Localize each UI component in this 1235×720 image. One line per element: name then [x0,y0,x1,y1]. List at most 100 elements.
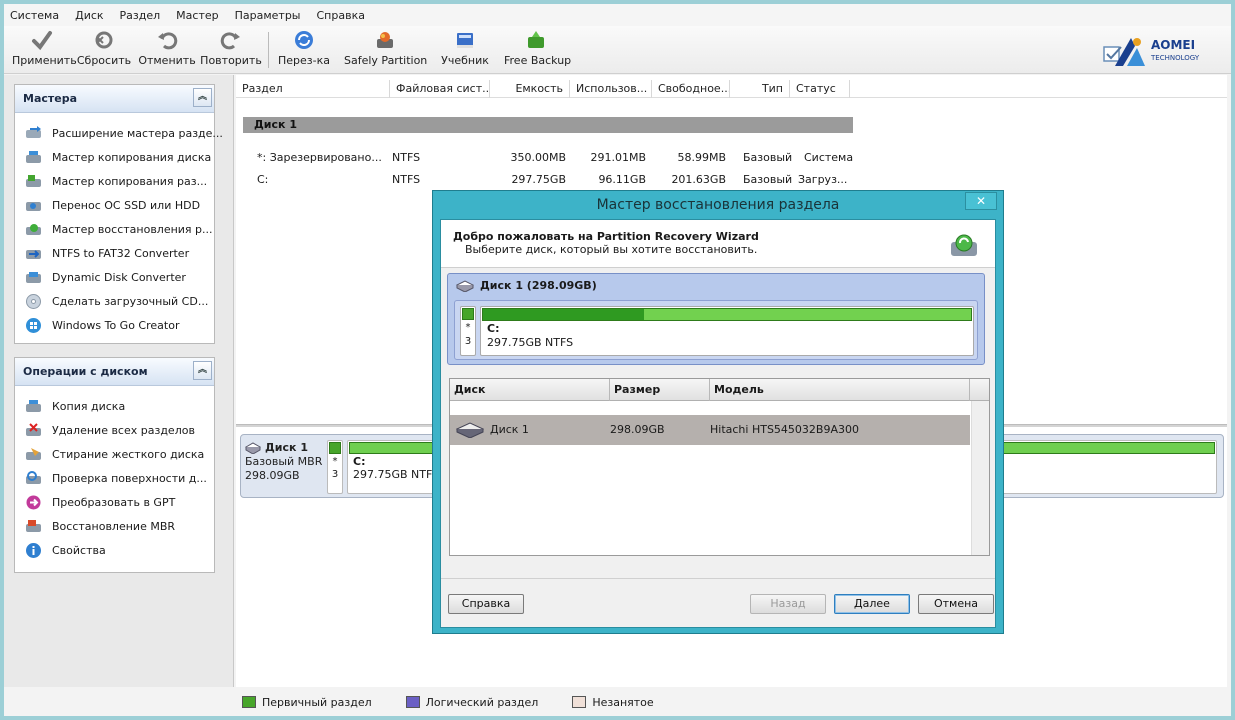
dialog-reserved-num: 3 [464,336,472,347]
table-row[interactable]: C: NTFS 297.75GB 96.11GB 201.63GB Базовы… [236,172,1227,188]
legend-swatch-unallocated [572,696,587,708]
col-model[interactable]: Модель [710,379,970,401]
back-button[interactable]: Назад [750,594,826,614]
reserved-num: 3 [331,469,339,480]
close-button[interactable]: ✕ [965,192,997,210]
sidebar-item-convert-gpt[interactable]: Преобразовать в GPT [15,490,214,514]
sidebar-item-wipe-disk[interactable]: Стирание жесткого диска [15,442,214,466]
col-disk[interactable]: Диск [450,379,610,401]
sidebar-item-label: Восстановление MBR [52,519,176,533]
disk-operations-header: Операции с диском ︽ [15,358,214,386]
disk-operations-panel: Операции с диском ︽ Копия диска Удаление… [14,357,215,573]
sidebar-item-properties[interactable]: Свойства [15,538,214,562]
reserved-usage-bar [329,442,341,454]
legend-primary-label: Первичный раздел [262,695,372,709]
menu-system[interactable]: Система [10,9,59,22]
undo-button[interactable]: Отменить [138,29,196,71]
col-free[interactable]: Свободное... [652,80,730,98]
col-filesystem[interactable]: Файловая сист... [390,80,490,98]
apply-button[interactable]: Применить [12,29,77,71]
sidebar-item-copy-disk[interactable]: Копия диска [15,394,214,418]
col-capacity[interactable]: Емкость [490,80,570,98]
cell-type: Базовый [743,151,793,164]
dialog-c-block[interactable]: C: 297.75GB NTFS [480,306,974,356]
windows-icon [26,317,41,333]
next-button[interactable]: Далее [834,594,910,614]
selected-disk-map: * 3 C: 297.75GB NTFS [454,300,978,360]
selected-disk-panel[interactable]: Диск 1 (298.09GB) * 3 C: 297.75GB NTFS [447,273,985,365]
dialog-subheading: Выберите диск, который вы хотите восстан… [465,243,758,256]
sidebar-item-dynamic-disk[interactable]: Dynamic Disk Converter [15,265,214,289]
menu-settings[interactable]: Параметры [235,9,301,22]
menu-disk[interactable]: Диск [75,9,103,22]
collapse-operations-button[interactable]: ︽ [193,361,212,380]
tutorial-button[interactable]: Учебник [438,29,492,71]
redo-button[interactable]: Повторить [200,29,262,71]
dialog-heading: Добро пожаловать на Partition Recovery W… [453,230,759,243]
sidebar-item-surface-test[interactable]: Проверка поверхности д... [15,466,214,490]
reload-button[interactable]: Перез-ка [278,29,330,71]
col-status[interactable]: Статус [790,80,850,98]
sidebar-item-windows-to-go[interactable]: Windows To Go Creator [15,313,214,337]
col-partition[interactable]: Раздел [236,80,390,98]
aomei-brand: AOMEI [1151,38,1196,52]
sidebar-item-label: Удаление всех разделов [52,423,195,437]
sidebar-item-extend-wizard[interactable]: Расширение мастера разде... [15,121,223,145]
safely-partition-label: Safely Partition [344,54,428,67]
legend-logical-label: Логический раздел [425,695,539,709]
sidebar-item-migrate-os[interactable]: Перенос ОС SSD или HDD [15,193,214,217]
cancel-button[interactable]: Отмена [918,594,994,614]
tutorial-label: Учебник [441,54,489,67]
refresh-icon [295,31,313,49]
sidebar-item-label: Преобразовать в GPT [52,495,176,509]
legend-unallocated: Незанятое [572,696,654,709]
reset-icon [95,31,113,49]
backup-icon [528,31,544,48]
sidebar-item-partition-recovery[interactable]: Мастер восстановления р... [15,217,214,241]
cell-name: *: Зарезервировано... [257,151,382,164]
convert-gpt-icon [26,495,41,509]
free-backup-button[interactable]: Free Backup [504,29,571,71]
col-used[interactable]: Использов... [570,80,652,98]
menu-help[interactable]: Справка [317,9,365,22]
table-row[interactable]: *: Зарезервировано... NTFS 350.00MB 291.… [236,150,1227,166]
sidebar-item-label: NTFS to FAT32 Converter [52,246,190,260]
sidebar-item-bootable-cd[interactable]: Сделать загрузочный CD... [15,289,214,313]
redo-icon [220,32,240,50]
safely-partition-button[interactable]: Safely Partition [344,29,428,71]
sidebar-item-label: Dynamic Disk Converter [52,270,186,284]
menu-wizard[interactable]: Мастер [176,9,218,22]
copy-partition-icon [26,174,41,187]
disk-icon [456,279,474,292]
reload-label: Перез-ка [278,54,330,67]
undo-label: Отменить [138,54,196,67]
info-icon [26,542,41,558]
help-button[interactable]: Справка [448,594,524,614]
wizards-panel: Мастера ︽ Расширение мастера разде... Ма… [14,84,223,344]
disk-size: 298.09GB [245,469,300,482]
sidebar-item-ntfs-fat32[interactable]: NTFS to FAT32 Converter [15,241,214,265]
partition-table-header: Раздел Файловая сист... Емкость Использо… [236,80,1227,98]
sidebar-item-copy-partition-wizard[interactable]: Мастер копирования раз... [15,169,214,193]
apply-label: Применить [12,54,77,67]
sidebar-item-rebuild-mbr[interactable]: Восстановление MBR [15,514,214,538]
reserved-partition-block[interactable]: * 3 [327,440,343,494]
dialog-title: Мастер восстановления раздела [596,197,840,213]
col-type[interactable]: Тип [730,80,790,98]
vertical-scrollbar[interactable] [971,401,989,555]
col-size[interactable]: Размер [610,379,710,401]
menu-bar: Система Диск Раздел Мастер Параметры Спр… [4,4,1231,26]
aomei-sub: TECHNOLOGY [1151,54,1200,62]
disk-kind: Базовый MBR [245,455,323,468]
menu-partition[interactable]: Раздел [120,9,161,22]
sidebar-item-copy-disk-wizard[interactable]: Мастер копирования диска [15,145,214,169]
extend-partition-icon [26,125,41,138]
cell-fs: NTFS [392,173,421,186]
collapse-wizards-button[interactable]: ︽ [193,88,212,107]
dialog-reserved-block[interactable]: * 3 [460,306,476,356]
selected-disk-label: Диск 1 (298.09GB) [480,279,597,292]
sidebar-item-delete-all[interactable]: Удаление всех разделов [15,418,214,442]
dialog-reserved-bar [462,308,474,320]
table-row[interactable]: Диск 1 298.09GB Hitachi HTS545032B9A300 [450,415,970,445]
reset-button[interactable]: Сбросить [76,29,132,71]
